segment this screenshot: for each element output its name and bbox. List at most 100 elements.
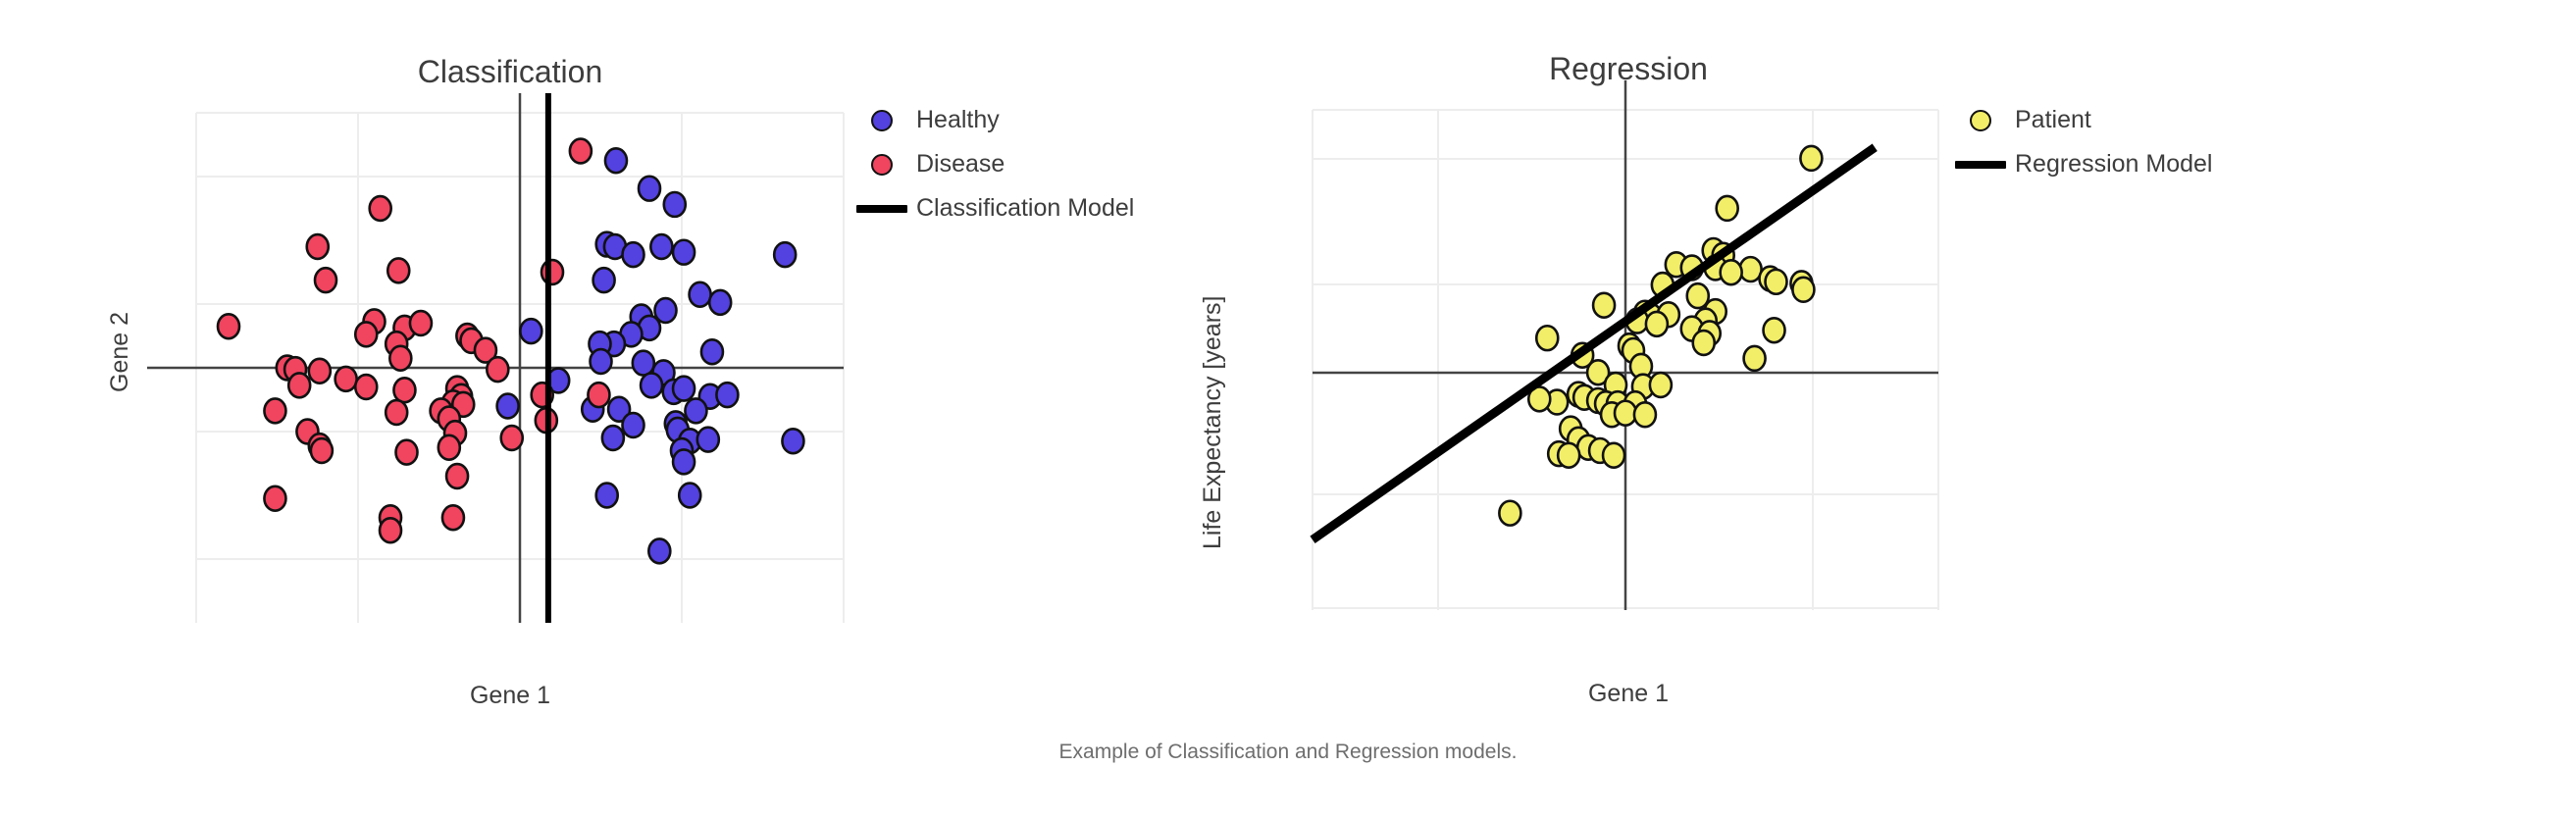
regression-svg — [1310, 80, 1939, 610]
data-point — [1719, 259, 1743, 286]
figure-root: Classification Gene 2 Gene 1 Healthy Dis… — [0, 0, 2576, 818]
data-point — [353, 321, 379, 348]
data-point — [662, 190, 688, 219]
data-point — [216, 313, 241, 340]
data-point — [684, 397, 708, 425]
circle-marker-icon — [853, 153, 910, 176]
data-point — [1762, 316, 1786, 344]
data-point — [394, 438, 419, 466]
legend-label-classification-model: Classification Model — [916, 194, 1135, 222]
data-point — [1742, 344, 1767, 373]
data-point — [677, 482, 702, 509]
data-point — [639, 372, 664, 399]
legend-item-classification-model[interactable]: Classification Model — [853, 186, 1134, 230]
legend-item-regression-model[interactable]: Regression Model — [1952, 142, 2213, 186]
data-point — [589, 347, 613, 376]
classification-data-points — [216, 137, 805, 565]
data-point — [353, 373, 379, 401]
panel-regression: Regression Life Expectancy [years] Gene … — [1199, 0, 2576, 745]
data-point — [1613, 399, 1638, 427]
data-point — [715, 381, 740, 409]
data-point — [1644, 310, 1670, 338]
data-point — [1632, 401, 1658, 429]
legend-label-regression-model: Regression Model — [2015, 150, 2213, 178]
data-point — [587, 381, 611, 409]
data-point — [688, 281, 712, 308]
data-point — [1791, 276, 1816, 304]
data-point — [499, 424, 525, 452]
legend-item-patient[interactable]: Patient — [1952, 98, 2213, 142]
line-marker-icon — [853, 204, 910, 213]
data-point — [1691, 329, 1717, 357]
data-point — [603, 147, 629, 175]
data-point — [392, 377, 417, 404]
data-point — [519, 317, 543, 345]
data-point — [384, 398, 409, 427]
data-point — [594, 482, 619, 509]
data-point — [631, 349, 656, 377]
data-point — [1764, 268, 1788, 296]
line-marker-icon — [1952, 160, 2009, 169]
data-point — [334, 365, 358, 393]
data-point — [637, 175, 662, 202]
data-point — [1799, 144, 1824, 173]
data-point — [707, 288, 733, 317]
data-point — [772, 240, 798, 269]
regression-plot-area — [1310, 80, 1939, 610]
data-point — [568, 137, 593, 165]
data-point — [388, 344, 413, 372]
data-point — [621, 411, 645, 439]
data-point — [444, 462, 470, 490]
data-point — [1591, 291, 1617, 319]
classification-svg — [147, 93, 845, 623]
data-point — [671, 238, 696, 266]
data-point — [386, 257, 411, 284]
classification-title: Classification — [417, 54, 603, 89]
data-point — [1601, 441, 1626, 469]
regression-model-line — [1310, 143, 1878, 543]
data-point — [1648, 371, 1674, 399]
data-point — [592, 266, 616, 294]
data-point — [699, 338, 725, 366]
data-point — [781, 428, 805, 455]
circle-marker-icon — [1952, 109, 2009, 131]
legend-item-healthy[interactable]: Healthy — [853, 98, 1134, 142]
regression-xlabel: Gene 1 — [1587, 680, 1669, 707]
legend-item-disease[interactable]: Disease — [853, 142, 1134, 186]
regression-legend: Patient Regression Model — [1952, 98, 2213, 186]
classification-ylabel: Gene 2 — [106, 311, 133, 392]
data-point — [263, 485, 287, 512]
data-point — [286, 372, 312, 399]
regression-data-points — [1498, 144, 1824, 527]
data-point — [649, 232, 674, 261]
data-point — [408, 309, 434, 337]
classification-xlabel: Gene 1 — [469, 682, 550, 709]
data-point — [486, 355, 510, 383]
circle-marker-icon — [853, 109, 910, 131]
data-point — [647, 537, 672, 565]
classification-plot-area — [147, 93, 845, 623]
legend-label-healthy: Healthy — [916, 106, 1000, 133]
data-point — [440, 504, 466, 532]
data-point — [437, 434, 462, 461]
legend-label-disease: Disease — [916, 150, 1005, 178]
regression-ylabel: Life Expectancy [years] — [1199, 295, 1226, 549]
figure-caption: Example of Classification and Regression… — [1058, 741, 1518, 763]
data-point — [305, 232, 331, 261]
data-point — [540, 258, 565, 286]
data-point — [495, 392, 520, 420]
data-point — [309, 436, 335, 465]
data-point — [1498, 499, 1522, 527]
data-point — [600, 424, 626, 452]
panel-classification: Classification Gene 2 Gene 1 Healthy Dis… — [0, 0, 1226, 745]
classification-legend: Healthy Disease Classification Model — [853, 98, 1134, 230]
data-point — [263, 397, 287, 425]
data-point — [671, 375, 696, 402]
data-point — [307, 357, 333, 384]
data-point — [1556, 441, 1581, 469]
data-point — [368, 194, 392, 223]
legend-label-patient: Patient — [2015, 106, 2091, 133]
data-point — [696, 426, 721, 453]
data-point — [671, 448, 696, 476]
data-point — [313, 266, 338, 294]
